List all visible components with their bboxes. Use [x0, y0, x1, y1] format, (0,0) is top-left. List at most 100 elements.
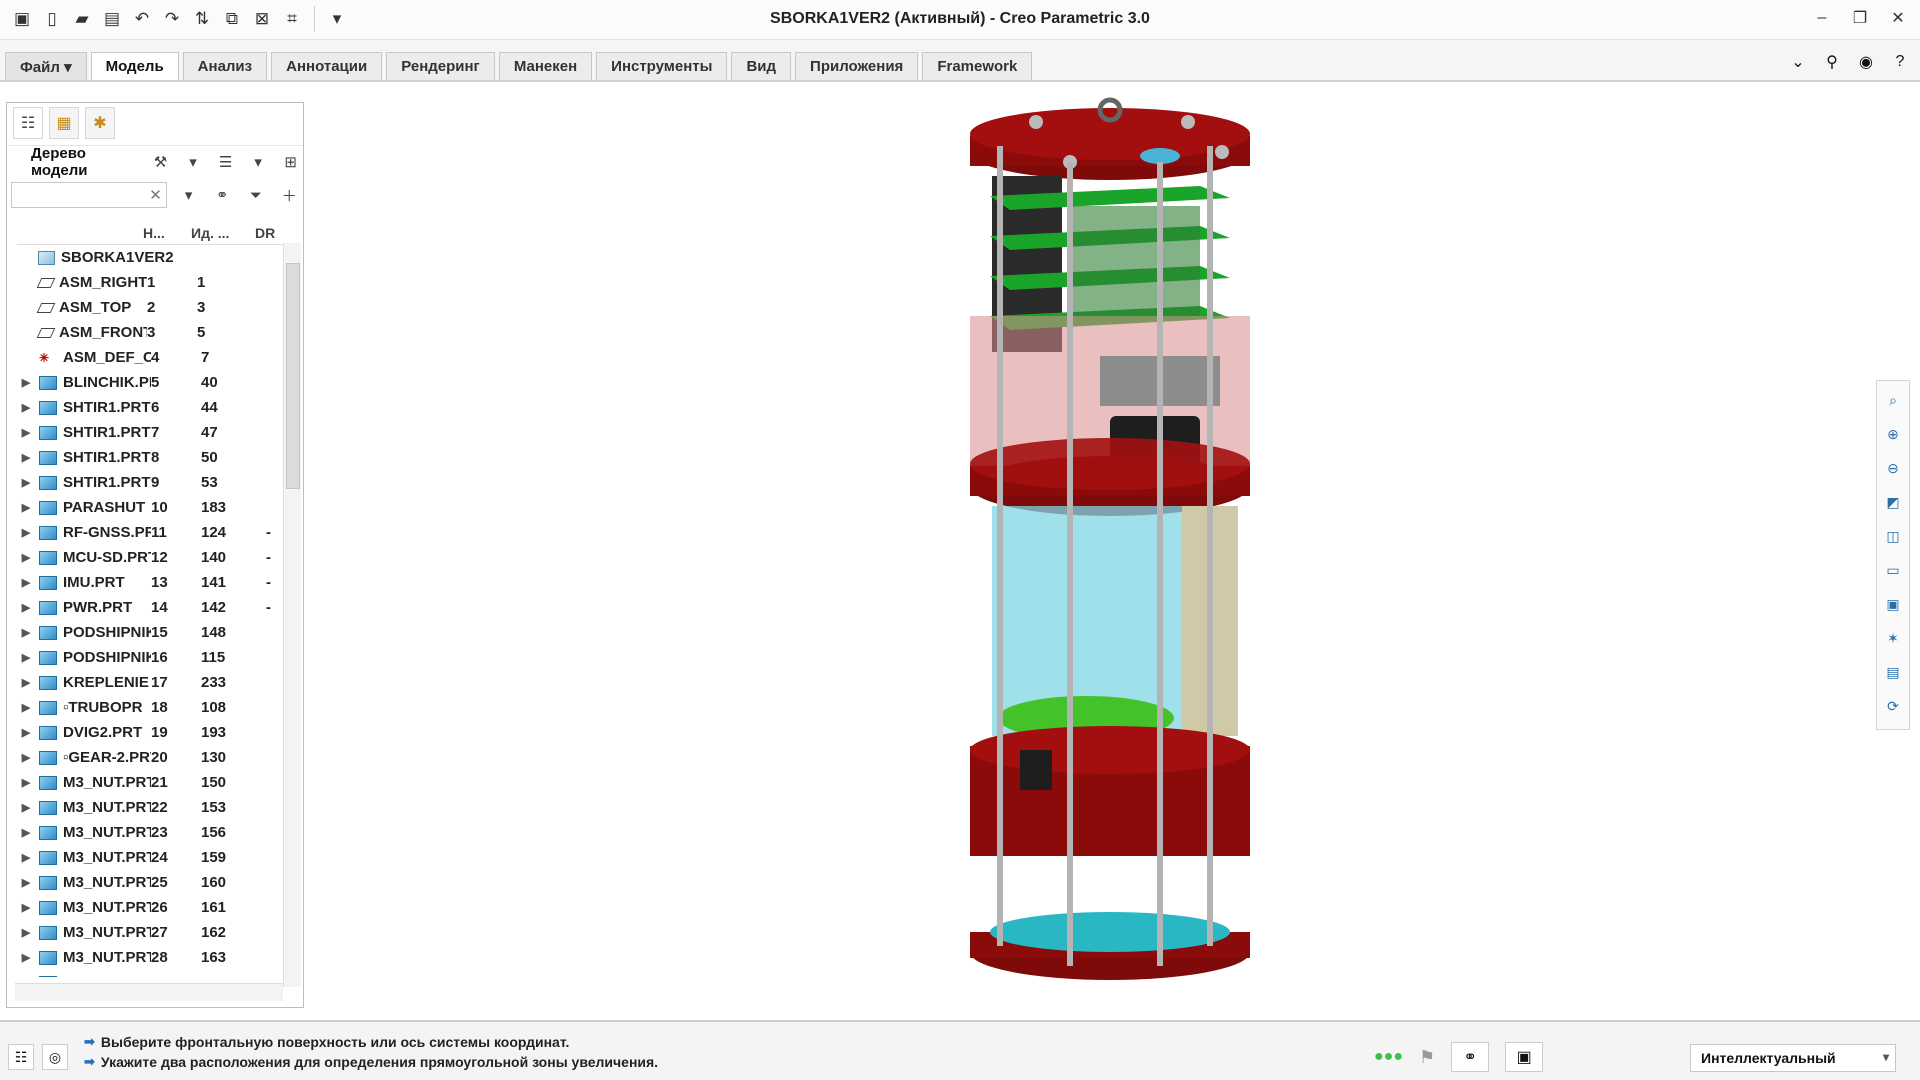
expand-arrow-icon[interactable]: ▶ [17, 626, 35, 639]
expand-arrow-icon[interactable]: ▶ [17, 776, 35, 789]
folder-browser-tab-icon[interactable]: ▦ [49, 107, 79, 139]
tree-row[interactable]: ▶ KREPLENIE 17 233 [17, 670, 287, 695]
chevron-down-icon[interactable]: ⌄ [1786, 50, 1810, 74]
tab-6[interactable]: Инструменты [596, 52, 728, 80]
favorites-tab-icon[interactable]: ✱ [85, 107, 115, 139]
tree-row[interactable]: ▶ M3_NUT.PRT 22 153 [17, 795, 287, 820]
navigator-toggle-icon[interactable]: ☷ [8, 1044, 34, 1070]
search-icon[interactable]: ⚲ [1820, 50, 1844, 74]
tree-row[interactable]: SBORKA1VER2 [17, 245, 287, 270]
expand-arrow-icon[interactable]: ▶ [17, 551, 35, 564]
show-options-icon[interactable]: ☰ [213, 149, 238, 175]
tree-row[interactable]: ▶ M3_NUT.PRT 24 159 [17, 845, 287, 870]
tree-vertical-scrollbar[interactable] [283, 243, 301, 987]
graphics-viewport[interactable] [310, 86, 1870, 1016]
tab-2[interactable]: Анализ [182, 52, 268, 80]
assembly-3d-model[interactable] [310, 86, 1870, 1016]
refit-icon[interactable]: ⌕ [1880, 387, 1906, 413]
expand-arrow-icon[interactable]: ▶ [17, 676, 35, 689]
tree-row[interactable]: ▶ BLINCHIK.PRT5 40 [17, 370, 287, 395]
scroll-thumb[interactable] [286, 263, 300, 489]
tree-row[interactable]: ▶ MCU-SD.PRT 12 140 - [17, 545, 287, 570]
expand-arrow-icon[interactable]: ▶ [17, 901, 35, 914]
tree-row[interactable]: ✳ ASM_DEF_CSYS4 7 [17, 345, 287, 370]
selection-filter[interactable]: Интеллектуальный ▾ [1690, 1044, 1896, 1072]
expand-arrow-icon[interactable]: ▶ [17, 601, 35, 614]
expand-arrow-icon[interactable]: ▶ [17, 701, 35, 714]
dropdown-arrow-icon[interactable]: ▾ [181, 149, 206, 175]
clear-search-icon[interactable]: ✕ [149, 186, 162, 204]
tree-row[interactable]: ▶ PARASHUT 10 183 [17, 495, 287, 520]
tree-row[interactable]: ▶ PWR.PRT 14 142 - [17, 595, 287, 620]
restore-icon[interactable]: ❐ [1848, 6, 1872, 30]
expand-arrow-icon[interactable]: ▶ [17, 451, 35, 464]
browser-toggle-icon[interactable]: ◎ [42, 1044, 68, 1070]
tree-row[interactable]: ▶ IMU.PRT 13 141 - [17, 570, 287, 595]
minimize-icon[interactable]: – [1810, 6, 1834, 30]
display-style-icon[interactable]: ◫ [1880, 523, 1906, 549]
tree-row[interactable]: ▶ PODSHIPNIK 15 148 [17, 620, 287, 645]
tree-row[interactable]: ▶ ▫TRUBOPR 18 108 [17, 695, 287, 720]
find-icon[interactable]: ⚭ [1451, 1042, 1490, 1072]
expand-arrow-icon[interactable]: ▶ [17, 926, 35, 939]
column-dr[interactable]: DR [255, 225, 295, 241]
column-id[interactable]: Ид. ... [191, 225, 255, 241]
expand-arrow-icon[interactable]: ▶ [17, 876, 35, 889]
tree-row[interactable]: ▶ SHTIR1.PRT 6 44 [17, 395, 287, 420]
expand-arrow-icon[interactable]: ▶ [17, 426, 35, 439]
annotation-display-icon[interactable]: ▤ [1880, 659, 1906, 685]
community-icon[interactable]: ◉ [1854, 50, 1878, 74]
model-tree-tab-icon[interactable]: ☷ [13, 107, 43, 139]
column-number[interactable]: Н... [143, 225, 191, 241]
tree-row[interactable]: ▶ SHTIR1.PRT 8 50 [17, 445, 287, 470]
zoom-in-icon[interactable]: ⊕ [1880, 421, 1906, 447]
tree-row[interactable]: ▶ M3_NUT.PRT 23 156 [17, 820, 287, 845]
spin-center-icon[interactable]: ⟳ [1880, 693, 1906, 719]
expand-arrow-icon[interactable]: ▶ [17, 851, 35, 864]
tree-row[interactable]: ▶ M3_NUT.PRT 21 150 [17, 770, 287, 795]
expand-arrow-icon[interactable]: ▶ [17, 501, 35, 514]
expand-arrow-icon[interactable]: ▶ [17, 476, 35, 489]
tree-horizontal-scrollbar[interactable] [15, 983, 283, 1001]
tree-row[interactable]: ▶ M3_NUT.PRT 27 162 [17, 920, 287, 945]
expand-arrow-icon[interactable]: ▶ [17, 726, 35, 739]
expand-arrow-icon[interactable]: ▶ [17, 976, 35, 977]
tree-row[interactable]: ▶ SHTIR1.PRT 9 53 [17, 470, 287, 495]
expand-arrow-icon[interactable]: ▶ [17, 951, 35, 964]
tree-search-input[interactable] [12, 183, 162, 207]
tree-row[interactable]: ▶ ▫GEAR-2.PRT 20 130 [17, 745, 287, 770]
zoom-out-icon[interactable]: ⊖ [1880, 455, 1906, 481]
filter-icon[interactable]: ⏷ [244, 182, 268, 208]
tree-row[interactable]: ▶ BLINCHIK29216 [17, 970, 287, 977]
view-manager-icon[interactable]: ▣ [1880, 591, 1906, 617]
tab-3[interactable]: Аннотации [271, 52, 383, 80]
expand-arrow-icon[interactable]: ▶ [17, 376, 35, 389]
add-icon[interactable]: ＋ [277, 182, 301, 208]
datum-display-icon[interactable]: ✶ [1880, 625, 1906, 651]
tree-row[interactable]: ASM_FRONT 3 5 [17, 320, 287, 345]
tree-row[interactable]: ▶ M3_NUT.PRT 26 161 [17, 895, 287, 920]
tab-4[interactable]: Рендеринг [386, 52, 495, 80]
flag-icon[interactable]: ⚑ [1419, 1047, 1435, 1068]
expand-arrow-icon[interactable]: ▶ [17, 401, 35, 414]
tree-row[interactable]: ▶ RF-GNSS.PRT11 124 - [17, 520, 287, 545]
tree-row[interactable]: ▶ SHTIR1.PRT 7 47 [17, 420, 287, 445]
expand-arrow-icon[interactable]: ▶ [17, 826, 35, 839]
selection-buffer-icon[interactable]: ▣ [1505, 1042, 1544, 1072]
help-icon[interactable]: ? [1888, 50, 1912, 74]
tree-filter-icon[interactable]: ⊞ [278, 149, 303, 175]
tree-settings-icon[interactable]: ⚒ [148, 149, 173, 175]
tab-0[interactable]: Файл ▾ [5, 52, 87, 80]
tab-8[interactable]: Приложения [795, 52, 919, 80]
tree-row[interactable]: ▶ DVIG2.PRT 19 193 [17, 720, 287, 745]
expand-arrow-icon[interactable]: ▶ [17, 801, 35, 814]
dropdown-arrow-icon[interactable]: ▾ [246, 149, 271, 175]
search-dropdown-icon[interactable]: ▾ [177, 182, 201, 208]
tab-1[interactable]: Модель [90, 52, 179, 80]
expand-arrow-icon[interactable]: ▶ [17, 526, 35, 539]
tab-7[interactable]: Вид [731, 52, 792, 80]
tree-row[interactable]: ASM_RIGHT 1 1 [17, 270, 287, 295]
tree-row[interactable]: ASM_TOP 2 3 [17, 295, 287, 320]
expand-arrow-icon[interactable]: ▶ [17, 651, 35, 664]
expand-arrow-icon[interactable]: ▶ [17, 576, 35, 589]
